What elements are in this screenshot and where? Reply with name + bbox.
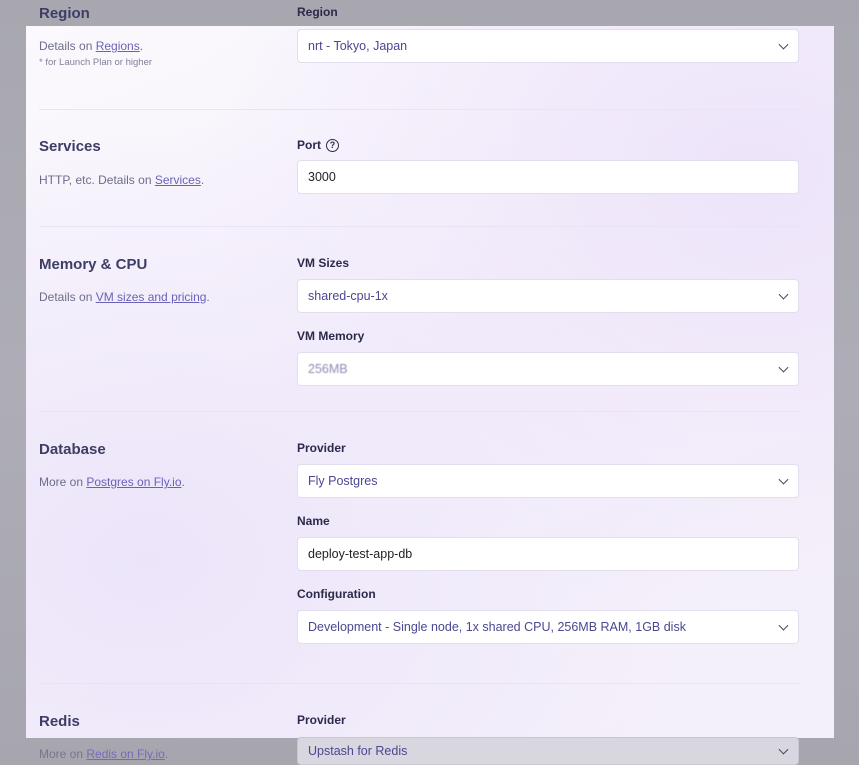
chevron-down-icon	[778, 39, 789, 50]
db-provider-label-text: Provider	[297, 441, 346, 455]
chevron-down-icon	[778, 362, 789, 373]
port-input-value: 3000	[308, 170, 336, 184]
regions-link[interactable]: Regions	[96, 39, 140, 53]
db-provider-label: Provider	[297, 441, 346, 455]
services-description: HTTP, etc. Details on Services.	[39, 173, 204, 187]
region-label-text: Region	[297, 5, 338, 19]
memory-cpu-description: Details on VM sizes and pricing.	[39, 290, 210, 304]
db-name-input[interactable]: deploy-test-app-db	[297, 537, 799, 571]
database-desc-text: More on	[39, 475, 87, 489]
redis-provider-value: Upstash for Redis	[308, 744, 408, 758]
redis-provider-label: Provider	[297, 713, 346, 727]
chevron-down-icon	[778, 620, 789, 631]
vm-sizes-select[interactable]: shared-cpu-1x	[297, 279, 799, 313]
vm-sizes-label-text: VM Sizes	[297, 256, 350, 270]
services-section-title: Services	[39, 138, 101, 155]
region-select[interactable]: nrt - Tokyo, Japan	[297, 29, 799, 63]
vm-sizes-pricing-link[interactable]: VM sizes and pricing	[96, 290, 207, 304]
postgres-link[interactable]: Postgres on Fly.io	[86, 475, 181, 489]
memory-cpu-section-title: Memory & CPU	[39, 256, 148, 273]
region-field-label: Region	[297, 5, 338, 19]
db-name-label: Name	[297, 514, 330, 528]
vm-memory-label: VM Memory	[297, 329, 364, 343]
section-divider	[39, 109, 800, 110]
services-link[interactable]: Services	[155, 173, 201, 187]
db-provider-select[interactable]: Fly Postgres	[297, 464, 799, 498]
section-divider	[39, 683, 800, 684]
port-input[interactable]: 3000	[297, 160, 799, 194]
services-desc-text: HTTP, etc. Details on	[39, 173, 155, 187]
section-divider	[39, 411, 800, 412]
db-config-label: Configuration	[297, 587, 376, 601]
db-config-select[interactable]: Development - Single node, 1x shared CPU…	[297, 610, 799, 644]
region-select-value: nrt - Tokyo, Japan	[308, 39, 408, 53]
redis-link[interactable]: Redis on Fly.io	[86, 747, 164, 761]
region-description: Details on Regions.	[39, 39, 143, 53]
chevron-down-icon	[778, 744, 789, 755]
region-desc-text: Details on	[39, 39, 96, 53]
vm-memory-select[interactable]: 256MB	[297, 352, 799, 386]
port-label-text: Port	[297, 138, 321, 152]
region-desc-suffix: .	[139, 39, 144, 53]
database-desc-suffix: .	[181, 475, 185, 489]
services-desc-suffix: .	[200, 173, 205, 187]
vm-memory-value: 256MB	[308, 362, 348, 376]
db-name-value: deploy-test-app-db	[308, 547, 413, 561]
db-name-label-text: Name	[297, 514, 330, 528]
port-field-label: Port ?	[297, 138, 339, 152]
vm-sizes-value: shared-cpu-1x	[308, 289, 388, 303]
region-plan-note: * for Launch Plan or higher	[39, 57, 153, 68]
vm-sizes-label: VM Sizes	[297, 256, 349, 270]
db-provider-value: Fly Postgres	[308, 474, 378, 488]
redis-desc-suffix: .	[164, 747, 169, 761]
redis-desc-text: More on	[39, 747, 87, 761]
chevron-down-icon	[778, 289, 789, 300]
redis-section-title: Redis	[39, 713, 80, 730]
database-description: More on Postgres on Fly.io.	[39, 475, 185, 489]
redis-provider-select[interactable]: Upstash for Redis	[297, 737, 799, 765]
vm-memory-label-text: VM Memory	[297, 329, 365, 343]
db-config-label-text: Configuration	[297, 587, 376, 601]
db-config-value: Development - Single node, 1x shared CPU…	[308, 620, 686, 634]
help-icon[interactable]: ?	[326, 138, 339, 152]
chevron-down-icon	[778, 474, 789, 485]
redis-description: More on Redis on Fly.io.	[39, 747, 168, 761]
section-divider	[39, 226, 800, 227]
memory-desc-suffix: .	[206, 290, 210, 304]
region-section-title: Region	[39, 5, 90, 22]
redis-provider-label-text: Provider	[297, 713, 346, 727]
database-section-title: Database	[39, 441, 106, 458]
memory-desc-text: Details on	[39, 290, 96, 304]
